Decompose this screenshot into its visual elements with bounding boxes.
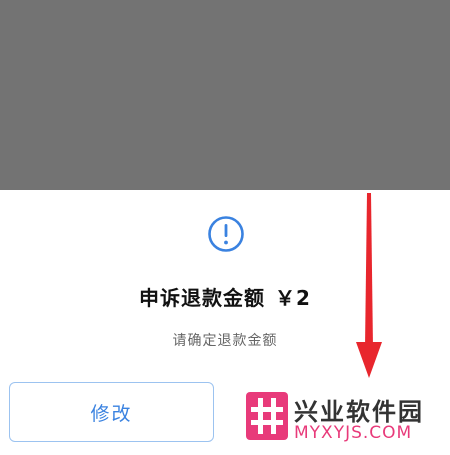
exclamation-circle-icon <box>208 216 244 252</box>
watermark-domain: MYXYJS.COM <box>294 423 413 443</box>
annotation-arrow <box>356 193 382 378</box>
hash-logo-icon <box>246 392 288 440</box>
refund-amount: ￥2 <box>275 286 311 310</box>
dim-overlay[interactable] <box>0 0 450 190</box>
watermark: 兴业软件园 MYXYJS.COM <box>246 392 446 450</box>
modify-button[interactable]: 修改 <box>9 382 214 442</box>
watermark-name: 兴业软件园 <box>294 398 424 426</box>
dialog-title-text: 申诉退款金额 <box>139 286 266 310</box>
